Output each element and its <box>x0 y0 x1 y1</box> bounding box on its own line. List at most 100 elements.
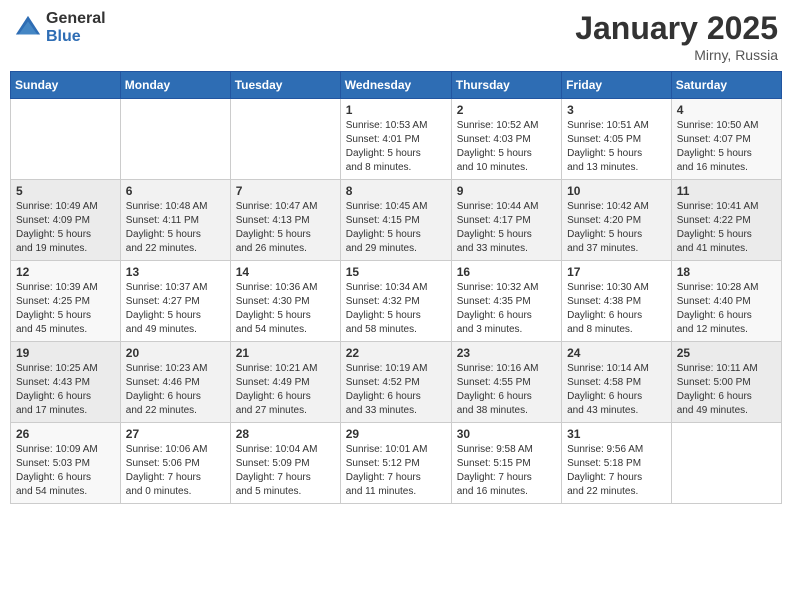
header-monday: Monday <box>120 72 230 99</box>
day-info-13: Sunrise: 10:37 AM Sunset: 4:27 PM Daylig… <box>126 281 225 337</box>
day-info-6: Sunrise: 10:48 AM Sunset: 4:11 PM Daylig… <box>126 200 225 256</box>
day-number-26: 26 <box>16 427 115 441</box>
day-number-13: 13 <box>126 265 225 279</box>
day-info-11: Sunrise: 10:41 AM Sunset: 4:22 PM Daylig… <box>677 200 776 256</box>
calendar-cell-w1-d7: 4 Sunrise: 10:50 AM Sunset: 4:07 PM Dayli… <box>671 99 781 180</box>
day-info-14: Sunrise: 10:36 AM Sunset: 4:30 PM Daylig… <box>236 281 335 337</box>
title-section: January 2025 Mirny, Russia <box>575 10 778 63</box>
day-info-8: Sunrise: 10:45 AM Sunset: 4:15 PM Daylig… <box>346 200 446 256</box>
day-number-12: 12 <box>16 265 115 279</box>
day-number-15: 15 <box>346 265 446 279</box>
week-row-3: 12 Sunrise: 10:39 AM Sunset: 4:25 PM Dayl… <box>11 261 782 342</box>
day-number-1: 1 <box>346 103 446 117</box>
logo: General Blue <box>14 10 106 45</box>
weekday-header-row: Sunday Monday Tuesday Wednesday Thursday… <box>11 72 782 99</box>
day-info-12: Sunrise: 10:39 AM Sunset: 4:25 PM Daylig… <box>16 281 115 337</box>
day-info-30: Sunrise: 9:58 AM Sunset: 5:15 PM Dayligh… <box>457 443 556 499</box>
day-number-19: 19 <box>16 346 115 360</box>
week-row-2: 5 Sunrise: 10:49 AM Sunset: 4:09 PM Dayli… <box>11 180 782 261</box>
logo-icon <box>14 14 42 42</box>
day-number-21: 21 <box>236 346 335 360</box>
logo-text: General Blue <box>46 10 106 45</box>
day-info-28: Sunrise: 10:04 AM Sunset: 5:09 PM Daylig… <box>236 443 335 499</box>
month-year-title: January 2025 <box>575 10 778 47</box>
header-sunday: Sunday <box>11 72 121 99</box>
calendar-cell-w1-d6: 3 Sunrise: 10:51 AM Sunset: 4:05 PM Dayli… <box>562 99 672 180</box>
day-info-31: Sunrise: 9:56 AM Sunset: 5:18 PM Dayligh… <box>567 443 666 499</box>
day-info-10: Sunrise: 10:42 AM Sunset: 4:20 PM Daylig… <box>567 200 666 256</box>
header-tuesday: Tuesday <box>230 72 340 99</box>
day-number-11: 11 <box>677 184 776 198</box>
calendar-cell-w2-d3: 7 Sunrise: 10:47 AM Sunset: 4:13 PM Dayli… <box>230 180 340 261</box>
calendar-cell-w4-d2: 20 Sunrise: 10:23 AM Sunset: 4:46 PM Dayl… <box>120 342 230 423</box>
calendar-cell-w3-d3: 14 Sunrise: 10:36 AM Sunset: 4:30 PM Dayl… <box>230 261 340 342</box>
calendar-cell-w5-d4: 29Sunrise: 10:01 AM Sunset: 5:12 PM Dayl… <box>340 423 451 504</box>
day-info-2: Sunrise: 10:52 AM Sunset: 4:03 PM Daylig… <box>457 119 556 175</box>
day-number-30: 30 <box>457 427 556 441</box>
logo-blue-text: Blue <box>46 28 106 46</box>
day-number-2: 2 <box>457 103 556 117</box>
day-info-23: Sunrise: 10:16 AM Sunset: 4:55 PM Daylig… <box>457 362 556 418</box>
calendar-cell-w2-d4: 8Sunrise: 10:45 AM Sunset: 4:15 PM Dayli… <box>340 180 451 261</box>
calendar-cell-w5-d3: 28 Sunrise: 10:04 AM Sunset: 5:09 PM Dayl… <box>230 423 340 504</box>
calendar-cell-w1-d2 <box>120 99 230 180</box>
day-number-25: 25 <box>677 346 776 360</box>
calendar-cell-w1-d4: 1Sunrise: 10:53 AM Sunset: 4:01 PM Dayli… <box>340 99 451 180</box>
day-info-15: Sunrise: 10:34 AM Sunset: 4:32 PM Daylig… <box>346 281 446 337</box>
day-info-18: Sunrise: 10:28 AM Sunset: 4:40 PM Daylig… <box>677 281 776 337</box>
calendar-cell-w3-d6: 17 Sunrise: 10:30 AM Sunset: 4:38 PM Dayl… <box>562 261 672 342</box>
day-info-17: Sunrise: 10:30 AM Sunset: 4:38 PM Daylig… <box>567 281 666 337</box>
day-number-24: 24 <box>567 346 666 360</box>
day-number-4: 4 <box>677 103 776 117</box>
day-number-27: 27 <box>126 427 225 441</box>
calendar-cell-w5-d1: 26 Sunrise: 10:09 AM Sunset: 5:03 PM Dayl… <box>11 423 121 504</box>
calendar-cell-w4-d1: 19Sunrise: 10:25 AM Sunset: 4:43 PM Dayl… <box>11 342 121 423</box>
day-info-20: Sunrise: 10:23 AM Sunset: 4:46 PM Daylig… <box>126 362 225 418</box>
calendar-cell-w2-d1: 5 Sunrise: 10:49 AM Sunset: 4:09 PM Dayli… <box>11 180 121 261</box>
day-info-7: Sunrise: 10:47 AM Sunset: 4:13 PM Daylig… <box>236 200 335 256</box>
calendar-table: Sunday Monday Tuesday Wednesday Thursday… <box>10 71 782 504</box>
day-info-9: Sunrise: 10:44 AM Sunset: 4:17 PM Daylig… <box>457 200 556 256</box>
day-info-16: Sunrise: 10:32 AM Sunset: 4:35 PM Daylig… <box>457 281 556 337</box>
calendar-cell-w4-d6: 24Sunrise: 10:14 AM Sunset: 4:58 PM Dayl… <box>562 342 672 423</box>
day-info-3: Sunrise: 10:51 AM Sunset: 4:05 PM Daylig… <box>567 119 666 175</box>
calendar-cell-w3-d5: 16Sunrise: 10:32 AM Sunset: 4:35 PM Dayl… <box>451 261 561 342</box>
day-number-5: 5 <box>16 184 115 198</box>
calendar-cell-w4-d4: 22 Sunrise: 10:19 AM Sunset: 4:52 PM Dayl… <box>340 342 451 423</box>
week-row-5: 26 Sunrise: 10:09 AM Sunset: 5:03 PM Dayl… <box>11 423 782 504</box>
day-info-26: Sunrise: 10:09 AM Sunset: 5:03 PM Daylig… <box>16 443 115 499</box>
calendar-cell-w5-d2: 27Sunrise: 10:06 AM Sunset: 5:06 PM Dayl… <box>120 423 230 504</box>
calendar-cell-w4-d3: 21 Sunrise: 10:21 AM Sunset: 4:49 PM Dayl… <box>230 342 340 423</box>
day-info-21: Sunrise: 10:21 AM Sunset: 4:49 PM Daylig… <box>236 362 335 418</box>
day-number-14: 14 <box>236 265 335 279</box>
week-row-1: 1Sunrise: 10:53 AM Sunset: 4:01 PM Dayli… <box>11 99 782 180</box>
calendar-cell-w2-d5: 9 Sunrise: 10:44 AM Sunset: 4:17 PM Dayli… <box>451 180 561 261</box>
day-number-7: 7 <box>236 184 335 198</box>
calendar-cell-w3-d7: 18Sunrise: 10:28 AM Sunset: 4:40 PM Dayl… <box>671 261 781 342</box>
page-header: General Blue January 2025 Mirny, Russia <box>10 10 782 63</box>
location-subtitle: Mirny, Russia <box>575 47 778 63</box>
day-number-10: 10 <box>567 184 666 198</box>
calendar-cell-w3-d4: 15 Sunrise: 10:34 AM Sunset: 4:32 PM Dayl… <box>340 261 451 342</box>
day-info-25: Sunrise: 10:11 AM Sunset: 5:00 PM Daylig… <box>677 362 776 418</box>
day-number-28: 28 <box>236 427 335 441</box>
day-number-3: 3 <box>567 103 666 117</box>
calendar-cell-w1-d1 <box>11 99 121 180</box>
day-number-17: 17 <box>567 265 666 279</box>
calendar-cell-w5-d7 <box>671 423 781 504</box>
day-number-31: 31 <box>567 427 666 441</box>
day-info-5: Sunrise: 10:49 AM Sunset: 4:09 PM Daylig… <box>16 200 115 256</box>
header-thursday: Thursday <box>451 72 561 99</box>
day-number-9: 9 <box>457 184 556 198</box>
day-number-22: 22 <box>346 346 446 360</box>
header-friday: Friday <box>562 72 672 99</box>
day-number-6: 6 <box>126 184 225 198</box>
calendar-cell-w1-d3 <box>230 99 340 180</box>
calendar-cell-w1-d5: 2 Sunrise: 10:52 AM Sunset: 4:03 PM Dayli… <box>451 99 561 180</box>
calendar-cell-w2-d6: 10 Sunrise: 10:42 AM Sunset: 4:20 PM Dayl… <box>562 180 672 261</box>
day-number-20: 20 <box>126 346 225 360</box>
day-info-4: Sunrise: 10:50 AM Sunset: 4:07 PM Daylig… <box>677 119 776 175</box>
calendar-cell-w4-d5: 23Sunrise: 10:16 AM Sunset: 4:55 PM Dayl… <box>451 342 561 423</box>
calendar-cell-w5-d6: 31 Sunrise: 9:56 AM Sunset: 5:18 PM Dayli… <box>562 423 672 504</box>
day-info-22: Sunrise: 10:19 AM Sunset: 4:52 PM Daylig… <box>346 362 446 418</box>
